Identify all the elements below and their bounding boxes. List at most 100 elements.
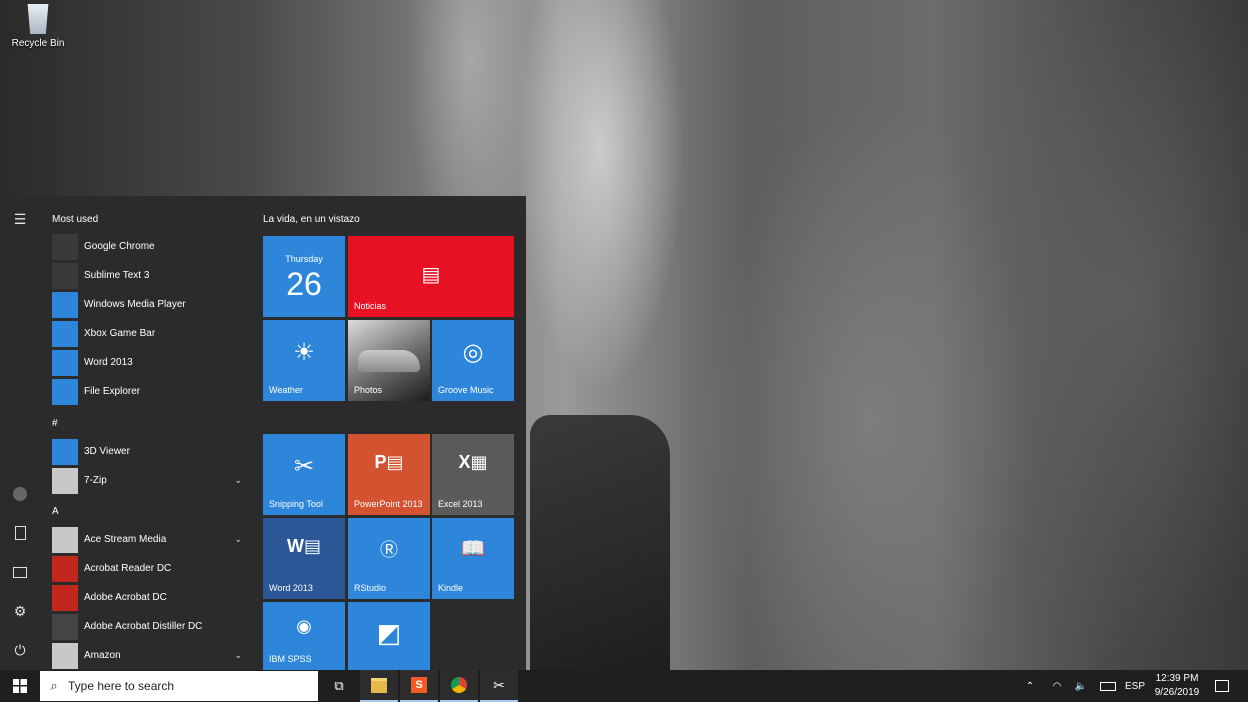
pictures-button[interactable] xyxy=(0,553,40,591)
news-icon: ▤ xyxy=(421,264,441,286)
excel-tile[interactable]: X▦ Excel 2013 xyxy=(432,434,514,515)
taskbar-file-explorer[interactable] xyxy=(360,670,398,702)
scissors-icon: ✂ xyxy=(493,676,505,693)
pictures-icon xyxy=(13,566,27,578)
folder-icon xyxy=(52,467,78,494)
app-list-item[interactable]: Windows Media Player xyxy=(52,290,252,319)
app-list-item-label: File Explorer xyxy=(84,386,141,397)
kindle-tile-label: Kindle xyxy=(438,583,464,593)
windows-logo-icon xyxy=(13,679,27,693)
powerpoint-tile-label: PowerPoint 2013 xyxy=(354,499,423,509)
sublime-icon xyxy=(52,262,78,289)
powerpoint-tile[interactable]: P▤ PowerPoint 2013 xyxy=(348,434,430,515)
acrobat-icon xyxy=(52,584,78,611)
app-list-item[interactable]: Ace Stream Media ⌄ xyxy=(52,525,252,554)
app-list-item[interactable]: Xbox Game Bar xyxy=(52,319,252,348)
user-icon xyxy=(13,487,27,501)
chrome-icon xyxy=(451,677,467,693)
show-hidden-icons-button[interactable]: ⌃ xyxy=(1020,670,1040,702)
recycle-bin-icon xyxy=(27,4,49,34)
wallpaper-rock xyxy=(530,415,670,670)
start-button[interactable] xyxy=(0,670,40,702)
start-menu: ☰ ⚙ ⏻ Most used Google Chrome Sublime Tex… xyxy=(0,196,526,670)
chevron-down-icon: ⌄ xyxy=(234,475,242,485)
app-list-item-label: Word 2013 xyxy=(84,357,133,368)
app-list-item-label: Sublime Text 3 xyxy=(84,270,150,281)
news-tile-label: Noticias xyxy=(354,301,387,311)
settings-button[interactable]: ⚙ xyxy=(0,592,40,630)
chevron-up-icon: ⌃ xyxy=(1025,680,1035,692)
rstudio-tile[interactable]: Ⓡ RStudio xyxy=(348,518,430,599)
task-view-icon: ⧉ xyxy=(334,678,344,693)
app-list-item-label: Google Chrome xyxy=(84,241,155,252)
volume-button[interactable]: 🔈 xyxy=(1070,670,1092,702)
task-view-button[interactable]: ⧉ xyxy=(320,670,358,702)
weather-tile[interactable]: ☀ Weather xyxy=(263,320,345,401)
taskbar-sublime-text[interactable]: S xyxy=(400,670,438,702)
sun-icon: ☀ xyxy=(293,339,315,366)
app-list-item[interactable]: 7-Zip ⌄ xyxy=(52,466,252,495)
battery-button[interactable] xyxy=(1096,670,1120,702)
folder-icon xyxy=(52,378,78,405)
section-a[interactable]: A xyxy=(52,506,59,517)
remote-desktop-tile[interactable]: ◩ xyxy=(348,602,430,670)
chevron-down-icon: ⌄ xyxy=(234,650,242,660)
app-list-item-label: Xbox Game Bar xyxy=(84,328,156,339)
excel-tile-label: Excel 2013 xyxy=(438,499,483,509)
battery-icon xyxy=(1100,681,1116,691)
remote-desktop-icon: ◩ xyxy=(376,618,402,648)
ibm-spss-tile[interactable]: ◉ IBM SPSS xyxy=(263,602,345,670)
language-indicator[interactable]: ESP xyxy=(1122,670,1148,702)
chevron-down-icon: ⌄ xyxy=(234,534,242,544)
app-list-item[interactable]: Adobe Acrobat Distiller DC xyxy=(52,612,252,641)
rstudio-tile-label: RStudio xyxy=(354,583,387,593)
recycle-bin[interactable]: Recycle Bin xyxy=(8,4,68,49)
account-button[interactable] xyxy=(0,475,40,513)
documents-button[interactable] xyxy=(0,514,40,552)
app-list-item-label: Acrobat Reader DC xyxy=(84,563,172,574)
app-list-item[interactable]: Acrobat Reader DC xyxy=(52,554,252,583)
photos-tile[interactable]: Photos xyxy=(348,320,430,401)
app-list-item-label: 7-Zip xyxy=(84,475,107,486)
news-tile[interactable]: ▤ Noticias xyxy=(348,236,514,317)
calendar-day: Thursday xyxy=(285,254,323,264)
app-list-item[interactable]: Adobe Acrobat DC xyxy=(52,583,252,612)
document-icon xyxy=(14,526,26,540)
clock-date: 9/26/2019 xyxy=(1154,687,1200,698)
kindle-tile[interactable]: 📖 Kindle xyxy=(432,518,514,599)
calendar-tile[interactable]: Thursday 26 xyxy=(263,236,345,317)
groove-music-tile[interactable]: ◎ Groove Music xyxy=(432,320,514,401)
taskbar-chrome[interactable] xyxy=(440,670,478,702)
folder-icon xyxy=(52,642,78,669)
snipping-tool-tile[interactable]: ✂ Snipping Tool xyxy=(263,434,345,515)
weather-tile-label: Weather xyxy=(269,385,303,395)
app-list-item[interactable]: Sublime Text 3 xyxy=(52,261,252,290)
snipping-tile-label: Snipping Tool xyxy=(269,499,323,509)
network-button[interactable]: ◠ xyxy=(1046,670,1068,702)
scissors-icon: ✂ xyxy=(293,453,315,480)
sublime-icon: S xyxy=(411,677,427,693)
spss-tile-label: IBM SPSS xyxy=(269,654,312,664)
spss-icon: ◉ xyxy=(296,616,312,636)
chrome-icon xyxy=(52,233,78,260)
media-player-icon xyxy=(52,291,78,318)
wifi-icon: ◠ xyxy=(1052,680,1062,692)
word-tile-label: Word 2013 xyxy=(269,583,313,593)
app-list-item-label: Amazon xyxy=(84,650,121,661)
search-box[interactable]: ⌕ Type here to search xyxy=(40,671,318,701)
search-icon: ⌕ xyxy=(50,678,58,693)
app-list-item[interactable]: 3D Viewer xyxy=(52,437,252,466)
app-list-item[interactable]: Word 2013 xyxy=(52,348,252,377)
clock[interactable]: 12:39 PM 9/26/2019 xyxy=(1148,672,1206,700)
taskbar: ⌕ Type here to search ⧉ S ✂ ⌃ ◠ 🔈 ESP 12… xyxy=(0,670,1248,702)
app-list-item-label: Windows Media Player xyxy=(84,299,186,310)
word-tile[interactable]: W▤ Word 2013 xyxy=(263,518,345,599)
app-list-item[interactable]: Google Chrome xyxy=(52,232,252,261)
taskbar-snipping-tool[interactable]: ✂ xyxy=(480,670,518,702)
app-list-item[interactable]: Amazon ⌄ xyxy=(52,641,252,670)
hamburger-menu-button[interactable]: ☰ xyxy=(0,200,40,238)
section-hash[interactable]: # xyxy=(52,418,58,429)
power-button[interactable]: ⏻ xyxy=(0,631,40,669)
action-center-button[interactable] xyxy=(1210,670,1234,702)
app-list-item[interactable]: File Explorer xyxy=(52,377,252,406)
